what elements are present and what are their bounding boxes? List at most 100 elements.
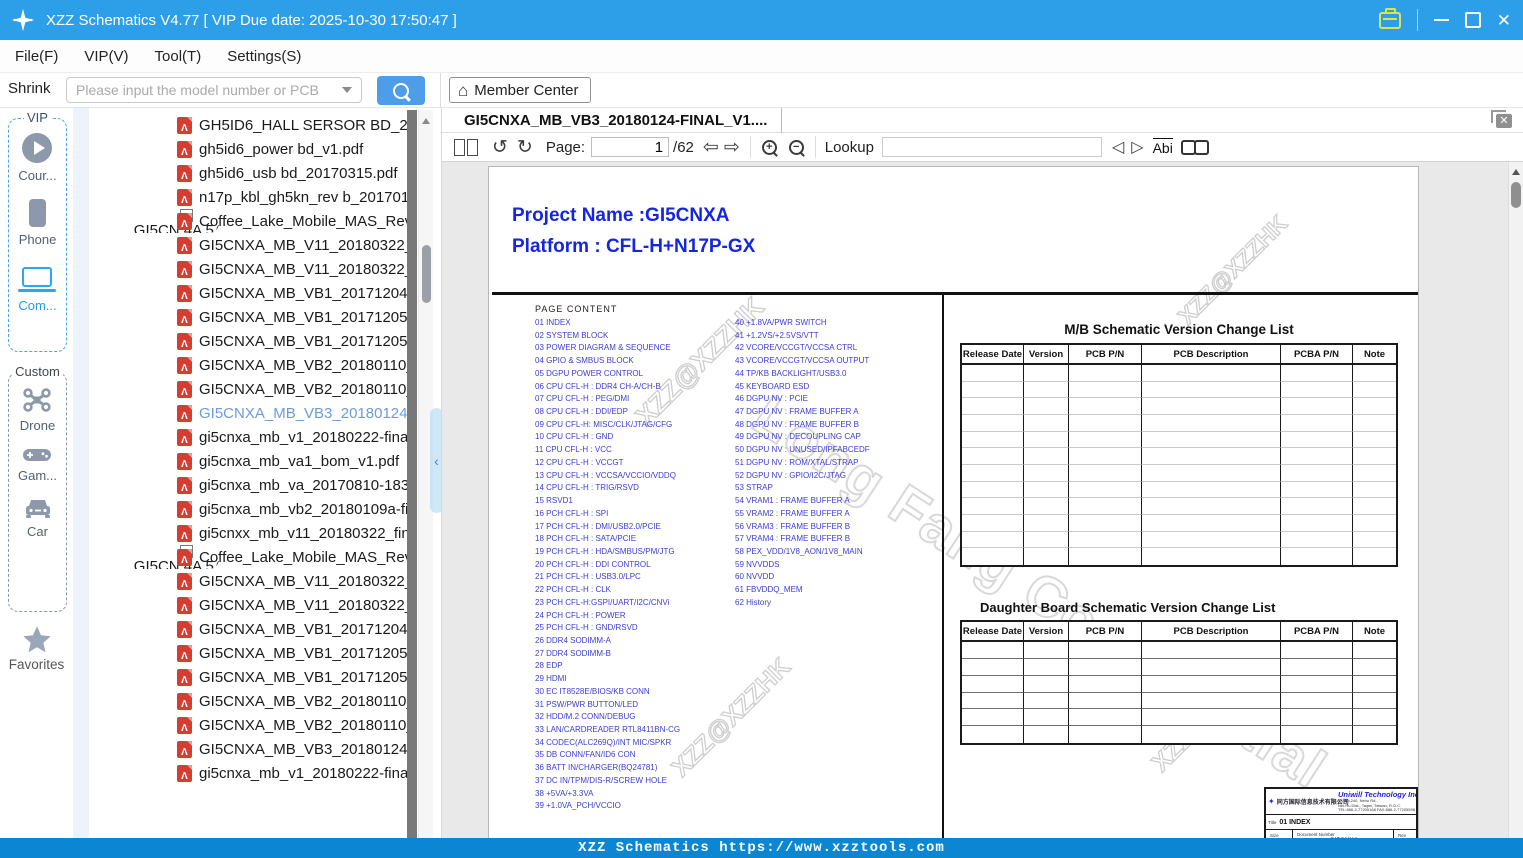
- tree-file[interactable]: ΛGI5CNXA_MB_VB1_20171204A_F: [89, 617, 407, 641]
- content-line: 09 CPU CFL-H: MISC/CLK/JTAG/CFG: [535, 419, 673, 429]
- sidebar-item-course[interactable]: Cour...: [18, 133, 57, 183]
- title-label: Title: [1268, 819, 1277, 825]
- tree-file[interactable]: Λ GI5CNXA_MB_V11_20180322_24: [89, 593, 407, 617]
- sidebar-item-car[interactable]: Car: [23, 497, 53, 539]
- empty-cell: [1024, 431, 1069, 449]
- scroll-thumb[interactable]: [422, 245, 431, 303]
- tree-file[interactable]: Λgi5cnxa_mb_v1_20180222-final_: [89, 761, 407, 785]
- tree-group[interactable]: −GI5CN 4A 5A XX: [97, 209, 219, 233]
- find-prev-icon[interactable]: ◁: [1112, 137, 1124, 157]
- tree-file[interactable]: Λn17p_kbl_gh5kn_rev b_2017012: [89, 185, 407, 209]
- minimize-button[interactable]: [1433, 19, 1449, 21]
- pdf-viewer[interactable]: XZZ@XZZHK XZZ@XZZHK XZZ@XZZHK XZZ@XZZHK …: [442, 162, 1523, 838]
- empty-cell: [1281, 658, 1353, 676]
- pdf-scrollbar[interactable]: [1508, 162, 1523, 838]
- content-line: 59 NVVDDS: [735, 559, 780, 569]
- empty-cell: [962, 642, 1024, 659]
- tree-file[interactable]: ΛGI5CNXA_MB_VB1_20171205_13: [89, 641, 407, 665]
- tree-file[interactable]: ΛGI5CNXA_MB_VB2_20180110_09: [89, 377, 407, 401]
- column-header: PCB P/N: [1069, 622, 1142, 642]
- member-center-tab[interactable]: ⌂ Member Center: [449, 77, 592, 103]
- pdf-file-icon: Λ: [177, 116, 192, 134]
- license-briefcase-icon[interactable]: [1378, 7, 1401, 29]
- close-document-icon[interactable]: ✕: [1491, 110, 1513, 130]
- lookup-input[interactable]: [881, 137, 1102, 157]
- two-page-view-icon[interactable]: [454, 138, 478, 156]
- tree-file[interactable]: ΛGI5CNXA_MB_VB2_20180110_09: [89, 713, 407, 737]
- tree-file[interactable]: ΛGI5CNXA_MB_VB1_20171204A_F: [89, 281, 407, 305]
- menu-item[interactable]: File(F): [15, 48, 58, 65]
- company-address: TEL:886-2-77205168 FAX:886-2-77205598: [1338, 807, 1415, 813]
- empty-cell: [1353, 365, 1396, 382]
- content-line: 32 HDD/M.2 CONN/DEBUG: [535, 712, 636, 722]
- rotate-right-icon[interactable]: ↻: [517, 138, 533, 157]
- empty-cell: [1142, 464, 1281, 482]
- tree-file[interactable]: ΛGI5CNXA_MB_VB1_20171205_13: [89, 329, 407, 353]
- tree-file[interactable]: ΛGI5CNXA_MB_VB2_20180110_09: [89, 353, 407, 377]
- sidebar-scroll-track[interactable]: [73, 108, 89, 838]
- tree-file[interactable]: Λgh5id6_usb bd_20170315.pdf: [89, 161, 407, 185]
- rotate-left-icon[interactable]: ↺: [492, 138, 508, 157]
- tree-file[interactable]: ΛGI5CNXA_MB_VB2_20180110_09: [89, 689, 407, 713]
- scroll-up-icon[interactable]: [1512, 169, 1520, 175]
- tree-file[interactable]: Λgh5id6_power bd_v1.pdf: [89, 137, 407, 161]
- search-button[interactable]: [377, 76, 425, 105]
- content-line: 06 CPU CFL-H : DDR4 CH-A/CH-B: [535, 381, 661, 391]
- sidebar-item-drone[interactable]: Drone: [20, 387, 55, 433]
- tree-file[interactable]: ΛGI5CNXA_MB_VB3_20180124-FIN: [89, 737, 407, 761]
- chevron-down-icon[interactable]: [342, 87, 352, 93]
- next-page-icon[interactable]: ⇨: [724, 138, 740, 157]
- zoom-out-icon[interactable]: −: [788, 139, 804, 155]
- empty-cell: [962, 464, 1024, 482]
- tree-file[interactable]: ΛGI5CNXA_MB_VB1_20171205_13: [89, 305, 407, 329]
- pdf-file-icon: Λ: [177, 596, 192, 614]
- sidebar-item-favorites[interactable]: Favorites: [0, 626, 73, 672]
- tree-file[interactable]: ΛGH5ID6_HALL SERSOR BD_2017: [89, 113, 407, 137]
- tree-file[interactable]: ΛGI5CNXA_MB_VB1_20171205_13: [89, 665, 407, 689]
- empty-cell: [1069, 548, 1142, 565]
- scroll-thumb[interactable]: [1511, 182, 1521, 208]
- tree-file[interactable]: Λgi5cnxx_mb_v11_20180322_fina: [89, 521, 407, 545]
- maximize-button[interactable]: [1464, 12, 1481, 28]
- empty-cell: [1142, 381, 1281, 399]
- tree-file[interactable]: Λ GI5CNXA_MB_V11_20180322_24: [89, 233, 407, 257]
- menu-item[interactable]: Settings(S): [227, 48, 301, 65]
- title-block: ✦ 同方国际信息技术有限公司 Uniwill Technology Inc. 3…: [1264, 787, 1418, 838]
- sidebar-item-phone[interactable]: Phone: [19, 197, 56, 247]
- tree-file[interactable]: Λgi5cnxa_mb_v1_20180222-final_: [89, 425, 407, 449]
- sidebar-item-computer[interactable]: Com...: [18, 261, 57, 313]
- match-whole-word-icon[interactable]: [1180, 139, 1209, 155]
- empty-cell: [1069, 675, 1142, 693]
- tree-file[interactable]: Λgi5cnxa_mb_va1_bom_v1.pdf: [89, 449, 407, 473]
- sidebar-item-game[interactable]: Gam...: [18, 447, 57, 483]
- tree-group[interactable]: −GI5CN 4A 5A XX: [97, 545, 219, 569]
- empty-cell: [1281, 481, 1353, 499]
- page-number-input[interactable]: [591, 137, 670, 157]
- empty-cell: [1142, 642, 1281, 659]
- menu-item[interactable]: VIP(V): [84, 48, 128, 65]
- content-line: 37 DC IN/TPM/DIS-R/SCREW HOLE: [535, 775, 668, 785]
- empty-cell: [962, 431, 1024, 449]
- search-row-divider: [440, 73, 441, 108]
- find-next-icon[interactable]: ▷: [1131, 137, 1143, 157]
- shrink-button[interactable]: Shrink: [8, 80, 51, 97]
- prev-page-icon[interactable]: ⇦: [703, 138, 719, 157]
- tree-scrollbar[interactable]: [407, 110, 417, 838]
- zoom-in-icon[interactable]: +: [761, 139, 777, 155]
- model-search-input[interactable]: Please input the model number or PCB: [66, 77, 362, 103]
- document-tab[interactable]: GI5CNXA_MB_VB3_20180124-FINAL_V1....: [450, 108, 783, 133]
- content-line: 38 +5VA/+3.3VA: [535, 788, 594, 798]
- empty-cell: [1281, 381, 1353, 399]
- match-case-icon[interactable]: Abi: [1152, 138, 1173, 156]
- tree-file[interactable]: Λ GI5CNXA_MB_V11_20180322_24: [89, 257, 407, 281]
- tree-file[interactable]: Λgi5cnxa_mb_va_20170810-1830: [89, 473, 407, 497]
- tree-file[interactable]: Λ GI5CNXA_MB_V11_20180322_24: [89, 569, 407, 593]
- tree-file[interactable]: Λgi5cnxa_mb_vb2_20180109a-fin: [89, 497, 407, 521]
- menubar: File(F) VIP(V) Tool(T) Settings(S): [0, 40, 1523, 73]
- tree-file[interactable]: ΛGI5CNXA_MB_VB3_20180124-FIN: [89, 401, 407, 425]
- pdf-file-icon: Λ: [177, 692, 192, 710]
- menu-item[interactable]: Tool(T): [155, 48, 202, 65]
- empty-cell: [1353, 382, 1396, 399]
- close-button[interactable]: ✕: [1497, 12, 1511, 29]
- scroll-up-icon[interactable]: [422, 118, 430, 124]
